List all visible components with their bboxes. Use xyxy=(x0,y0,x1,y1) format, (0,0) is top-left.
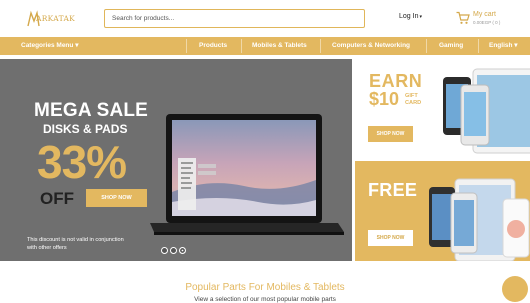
carousel-dot-3[interactable] xyxy=(179,247,186,254)
nav-divider xyxy=(426,39,427,53)
nav-divider xyxy=(241,39,242,53)
hero-off: OFF xyxy=(40,189,74,208)
phones-image xyxy=(429,178,530,261)
hero-title: MEGA SALE xyxy=(34,100,149,121)
cart-button[interactable]: My cart 0.00EGP ( 0 ) xyxy=(456,10,512,30)
hero-subtitle: DISKS & PADS xyxy=(43,122,128,136)
carousel-dot-1[interactable] xyxy=(161,247,168,254)
cart-total: 0.00EGP ( 0 ) xyxy=(473,20,501,25)
hero-shop-now-button[interactable]: SHOP NOW xyxy=(86,189,147,207)
chat-icon[interactable] xyxy=(502,276,528,302)
site-logo[interactable]: ARKATAK xyxy=(27,10,75,28)
carousel-dot-2[interactable] xyxy=(170,247,177,254)
nav-item-computers-networking[interactable]: Computers & Networking xyxy=(332,37,410,55)
promo-gift-line: GIFT xyxy=(405,93,418,99)
cart-title: My cart xyxy=(473,11,496,18)
promo-gift-shop-now-button[interactable]: SHOP NOW xyxy=(368,126,413,142)
categories-menu-label: Categories Menu xyxy=(21,42,74,49)
carousel-dots xyxy=(161,247,188,255)
nav-item-products[interactable]: Products xyxy=(199,37,227,55)
promo-free-title: FREE xyxy=(368,180,418,200)
promo-card-line: CARD xyxy=(405,100,422,106)
phones-tablet-image xyxy=(443,68,530,154)
login-link[interactable]: Log In▾ xyxy=(399,13,422,20)
hero-percent: 33% xyxy=(37,136,127,188)
page: ARKATAK Log In▾ My cart 0.00EGP ( 0 ) Ca… xyxy=(0,0,530,303)
nav-divider xyxy=(320,39,321,53)
section-title: Popular Parts For Mobiles & Tablets xyxy=(185,282,345,293)
search-input[interactable] xyxy=(104,9,365,28)
site-header: ARKATAK Log In▾ My cart 0.00EGP ( 0 ) xyxy=(0,0,530,37)
categories-menu[interactable]: Categories Menu ▾ xyxy=(21,37,78,55)
promo-gift-card-text: GIFT CARD xyxy=(405,93,421,107)
main-nav: Categories Menu ▾ Products Mobiles & Tab… xyxy=(0,37,530,55)
promo-amount: $10 xyxy=(369,89,400,109)
nav-divider xyxy=(186,39,187,53)
laptop-image xyxy=(150,114,344,235)
nav-item-gaming[interactable]: Gaming xyxy=(439,37,463,55)
language-selector[interactable]: English ▾ xyxy=(489,37,518,55)
promo-free[interactable]: FREE SHOP NOW xyxy=(355,161,530,261)
nav-item-mobiles-tablets[interactable]: Mobiles & Tablets xyxy=(252,37,307,55)
language-label: English xyxy=(489,42,513,49)
logo-text: ARKATAK xyxy=(36,14,76,23)
hero-carousel[interactable]: MEGA SALE DISKS & PADS 33% OFF SHOP NOW … xyxy=(0,59,352,261)
cart-icon xyxy=(456,11,470,24)
section-subtitle: View a selection of our most popular mob… xyxy=(194,296,336,303)
nav-divider xyxy=(478,39,479,53)
promo-free-shop-now-button[interactable]: SHOP NOW xyxy=(368,230,413,246)
login-label: Log In xyxy=(399,13,419,20)
hero-disclaimer: This discount is not valid in conjunctio… xyxy=(27,237,124,251)
chevron-down-icon: ▾ xyxy=(75,42,79,49)
chevron-down-icon: ▾ xyxy=(514,42,518,49)
chevron-down-icon: ▾ xyxy=(419,14,422,20)
promo-gift-card[interactable]: EARN $10 GIFT CARD SHOP NOW xyxy=(355,59,530,158)
